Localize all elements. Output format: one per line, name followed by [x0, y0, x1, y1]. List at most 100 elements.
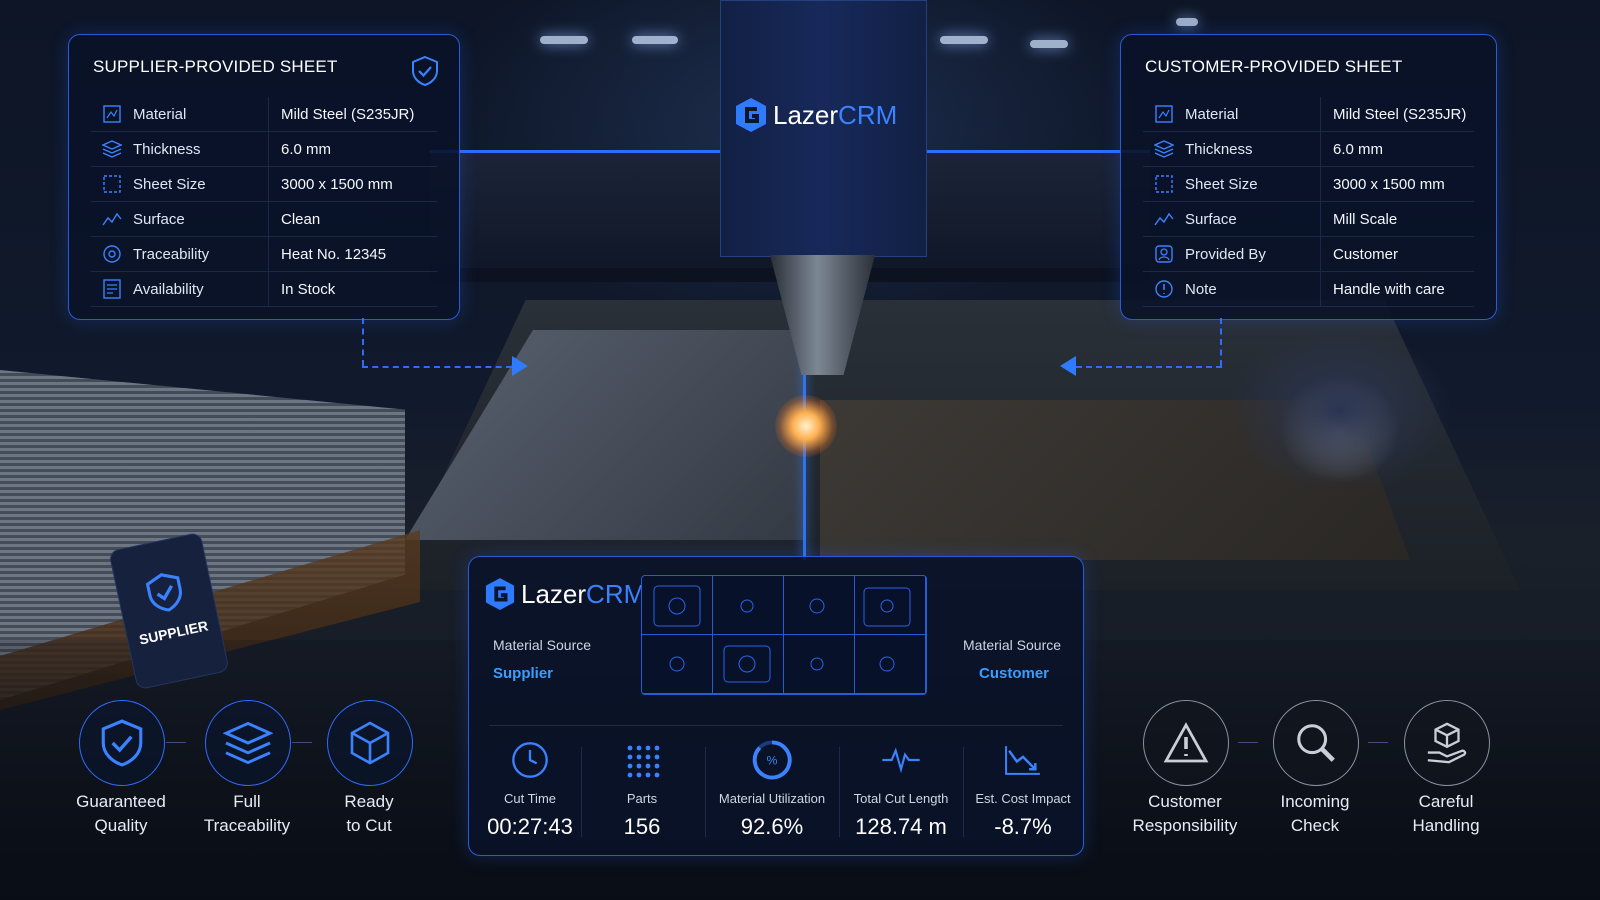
pulse-icon [841, 735, 961, 785]
spec-row: Sheet Size 3000 x 1500 mm [91, 167, 437, 202]
shield-check-icon [145, 573, 183, 612]
shield-check-icon [411, 55, 439, 92]
head-logo: Lazer CRM [735, 97, 897, 133]
brand-name-b: CRM [838, 99, 898, 130]
stat-value: 00:27:43 [487, 814, 573, 839]
spec-value: 3000 x 1500 mm [1333, 175, 1445, 193]
magnifier-icon [1297, 724, 1335, 762]
ceiling-light [1030, 40, 1068, 48]
feature-label: Customer Responsibility [1115, 790, 1255, 838]
feature-line: Guaranteed [76, 792, 166, 811]
arrow-right-icon [512, 356, 528, 376]
feature-label: Ready to Cut [299, 790, 439, 838]
feature-line: Ready [344, 792, 394, 811]
layers-icon [91, 140, 133, 158]
supplier-panel: SUPPLIER-PROVIDED SHEET Material Mild Ste… [68, 34, 460, 320]
spec-value: In Stock [281, 280, 336, 298]
spec-value: 6.0 mm [1333, 140, 1384, 158]
arrow-left-icon [1060, 356, 1076, 376]
spec-label: Availability [133, 272, 269, 306]
feature-line: Quality [94, 816, 148, 835]
grid-dots-icon [581, 735, 703, 785]
stats-logo: Lazer CRM [485, 577, 645, 611]
supplier-spec-list: Material Mild Steel (S235JR) Thickness 6.0… [91, 97, 437, 307]
feature-line: Incoming [1280, 792, 1350, 811]
spec-value: Mild Steel (S235JR) [281, 105, 415, 123]
customer-panel-title: CUSTOMER-PROVIDED SHEET [1145, 57, 1403, 76]
spec-label: Material [133, 97, 269, 131]
lazercrm-logo-icon [485, 578, 515, 610]
customer-connector-line [1076, 366, 1222, 368]
customer-responsibility-badge [1143, 700, 1229, 786]
surface-icon [91, 211, 133, 227]
spec-label: Surface [1185, 202, 1321, 236]
stat-divider [839, 747, 840, 837]
spec-value: Mild Steel (S235JR) [1333, 105, 1467, 123]
spec-row: Thickness 6.0 mm [91, 132, 437, 167]
feature-divider [166, 742, 186, 743]
hand-box-icon [1427, 722, 1467, 764]
stat-label: Cut Time [503, 791, 556, 806]
feature-divider [1238, 742, 1258, 743]
availability-icon [91, 279, 133, 299]
spec-row: Surface Mill Scale [1143, 202, 1474, 237]
worker-glove [1200, 330, 1600, 560]
feature-label: Incoming Check [1245, 790, 1385, 838]
utilization-gauge-icon: % [709, 735, 835, 785]
stat-label: Parts [626, 791, 658, 806]
incoming-check-badge [1273, 700, 1359, 786]
spec-label: Note [1185, 272, 1321, 306]
sheet-size-icon [1143, 175, 1185, 193]
source-left-label: Material Source [493, 637, 592, 653]
spec-row: Provided By Customer [1143, 237, 1474, 272]
feature-label: Careful Handling [1376, 790, 1516, 838]
feature-line: to Cut [346, 816, 392, 835]
feature-line: Careful [1418, 792, 1474, 811]
spec-row: Material Mild Steel (S235JR) [1143, 97, 1474, 132]
spec-row: Traceability Heat No. 12345 [91, 237, 437, 272]
spec-label: Traceability [133, 237, 269, 271]
svg-text:%: % [767, 753, 778, 767]
spec-label: Surface [133, 202, 269, 236]
ready-to-cut-badge [327, 700, 413, 786]
spec-label: Thickness [1185, 132, 1321, 166]
cutting-sparks [775, 395, 837, 457]
feature-divider [292, 742, 312, 743]
spec-value: Handle with care [1333, 280, 1445, 298]
spec-value: Customer [1333, 245, 1399, 263]
note-icon [1143, 279, 1185, 299]
stat-value: -8.7% [994, 814, 1052, 839]
spec-label: Sheet Size [1185, 167, 1321, 201]
spec-row: Note Handle with care [1143, 272, 1474, 307]
spec-label: Provided By [1185, 237, 1321, 271]
stat-total-cut-length: Total Cut Length 128.74 m [841, 735, 961, 847]
brand-name-a: Lazer [773, 99, 839, 130]
stat-value: 128.74 m [855, 814, 947, 839]
user-icon [1143, 245, 1185, 263]
spec-label: Thickness [133, 132, 269, 166]
source-right-value: Customer [979, 665, 1050, 682]
full-traceability-badge [205, 700, 291, 786]
nesting-preview [641, 575, 927, 695]
customer-panel: CUSTOMER-PROVIDED SHEET Material Mild Ste… [1120, 34, 1497, 320]
stat-cost-impact: Est. Cost Impact -8.7% [963, 735, 1083, 847]
feature-line: Check [1290, 816, 1340, 835]
spec-row: Sheet Size 3000 x 1500 mm [1143, 167, 1474, 202]
guaranteed-quality-badge [79, 700, 165, 786]
feature-line: Traceability [203, 816, 291, 835]
nested-parts-icon [653, 585, 911, 683]
layers-icon [1143, 140, 1185, 158]
box-icon [350, 721, 390, 765]
supplier-connector-line [362, 366, 512, 368]
feature-line: Full [233, 792, 261, 811]
trend-down-icon [963, 735, 1083, 785]
stat-label: Total Cut Length [853, 791, 949, 806]
material-icon [91, 105, 133, 123]
customer-spec-list: Material Mild Steel (S235JR) Thickness 6.0… [1143, 97, 1474, 307]
job-stats-panel: Lazer CRM Material Source Supplier Materi… [468, 556, 1084, 856]
source-right-label: Material Source [963, 637, 1062, 653]
ceiling-light [632, 36, 678, 44]
supplier-connector-line [362, 318, 364, 366]
feature-line: Responsibility [1132, 816, 1238, 835]
feature-label: Guaranteed Quality [51, 790, 191, 838]
